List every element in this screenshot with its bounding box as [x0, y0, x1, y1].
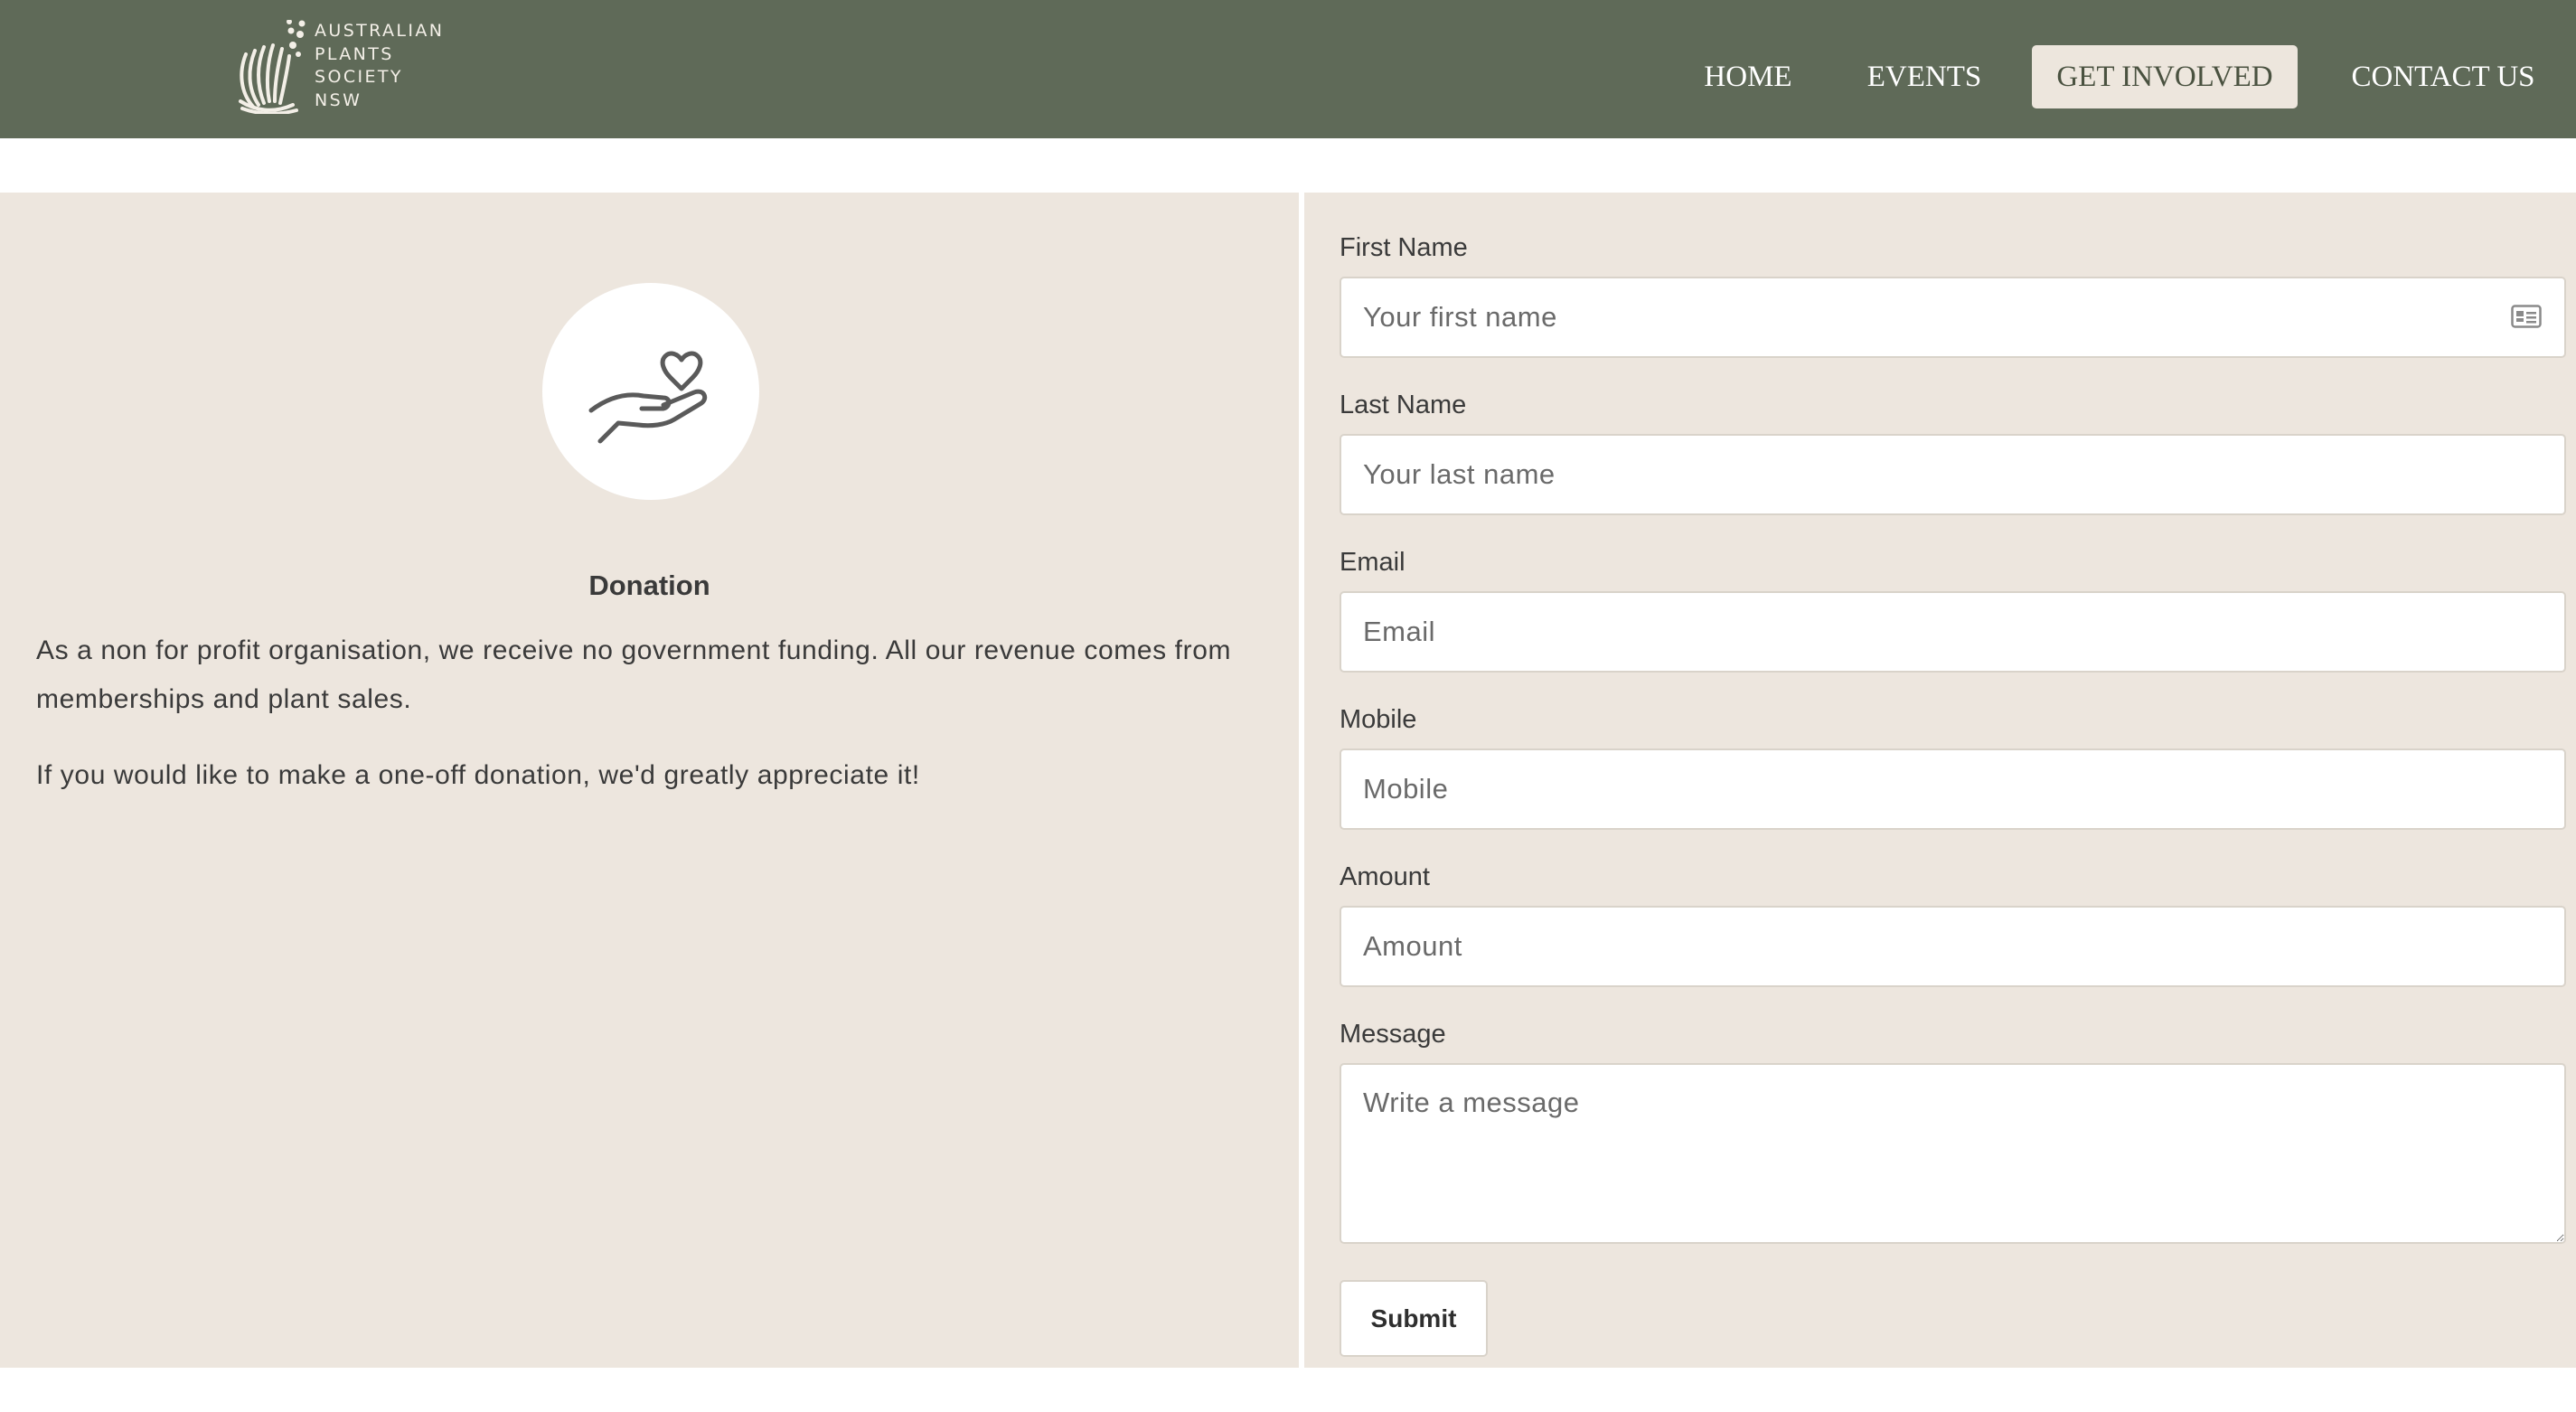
last-name-label: Last Name: [1340, 391, 1467, 419]
nav-events[interactable]: EVENTS: [1851, 45, 1998, 108]
hand-heart-icon: [588, 351, 708, 444]
site-logo[interactable]: AUSTRALIAN PLANTS SOCIETY NSW: [237, 20, 454, 114]
submit-button[interactable]: Submit: [1340, 1280, 1488, 1357]
logo-line: AUSTRALIAN: [315, 21, 445, 41]
donation-title: Donation: [588, 570, 710, 601]
donation-icon-circle: [542, 283, 759, 500]
amount-label: Amount: [1340, 862, 1430, 891]
message-label: Message: [1340, 1020, 1446, 1049]
donation-paragraph-funding: As a non for profit organisation, we rec…: [36, 635, 1232, 714]
nav-contact-us[interactable]: CONTACT US: [2337, 45, 2549, 108]
email-input[interactable]: [1340, 591, 2566, 673]
message-textarea[interactable]: [1340, 1063, 2566, 1244]
email-label: Email: [1340, 548, 1406, 577]
first-name-label: First Name: [1340, 233, 1468, 262]
logo-line: NSW: [315, 89, 362, 110]
first-name-input[interactable]: [1340, 277, 2566, 358]
last-name-input[interactable]: [1340, 434, 2566, 515]
logo-line: SOCIETY: [315, 67, 403, 87]
logo-line: PLANTS: [315, 43, 394, 64]
contact-card-icon[interactable]: [2511, 305, 2542, 328]
amount-input[interactable]: [1340, 906, 2566, 987]
donation-paragraph-appeal: If you would like to make a one-off dona…: [36, 760, 920, 790]
nav-get-involved[interactable]: GET INVOLVED: [2032, 45, 2298, 108]
mobile-label: Mobile: [1340, 705, 1417, 734]
site-header: AUSTRALIAN PLANTS SOCIETY NSW HOME EVENT…: [0, 0, 2576, 138]
waratah-logo-icon: [239, 20, 306, 114]
nav-home[interactable]: HOME: [1688, 45, 1808, 108]
mobile-input[interactable]: [1340, 748, 2566, 830]
logo-wordmark: AUSTRALIAN PLANTS SOCIETY NSW: [315, 20, 459, 112]
